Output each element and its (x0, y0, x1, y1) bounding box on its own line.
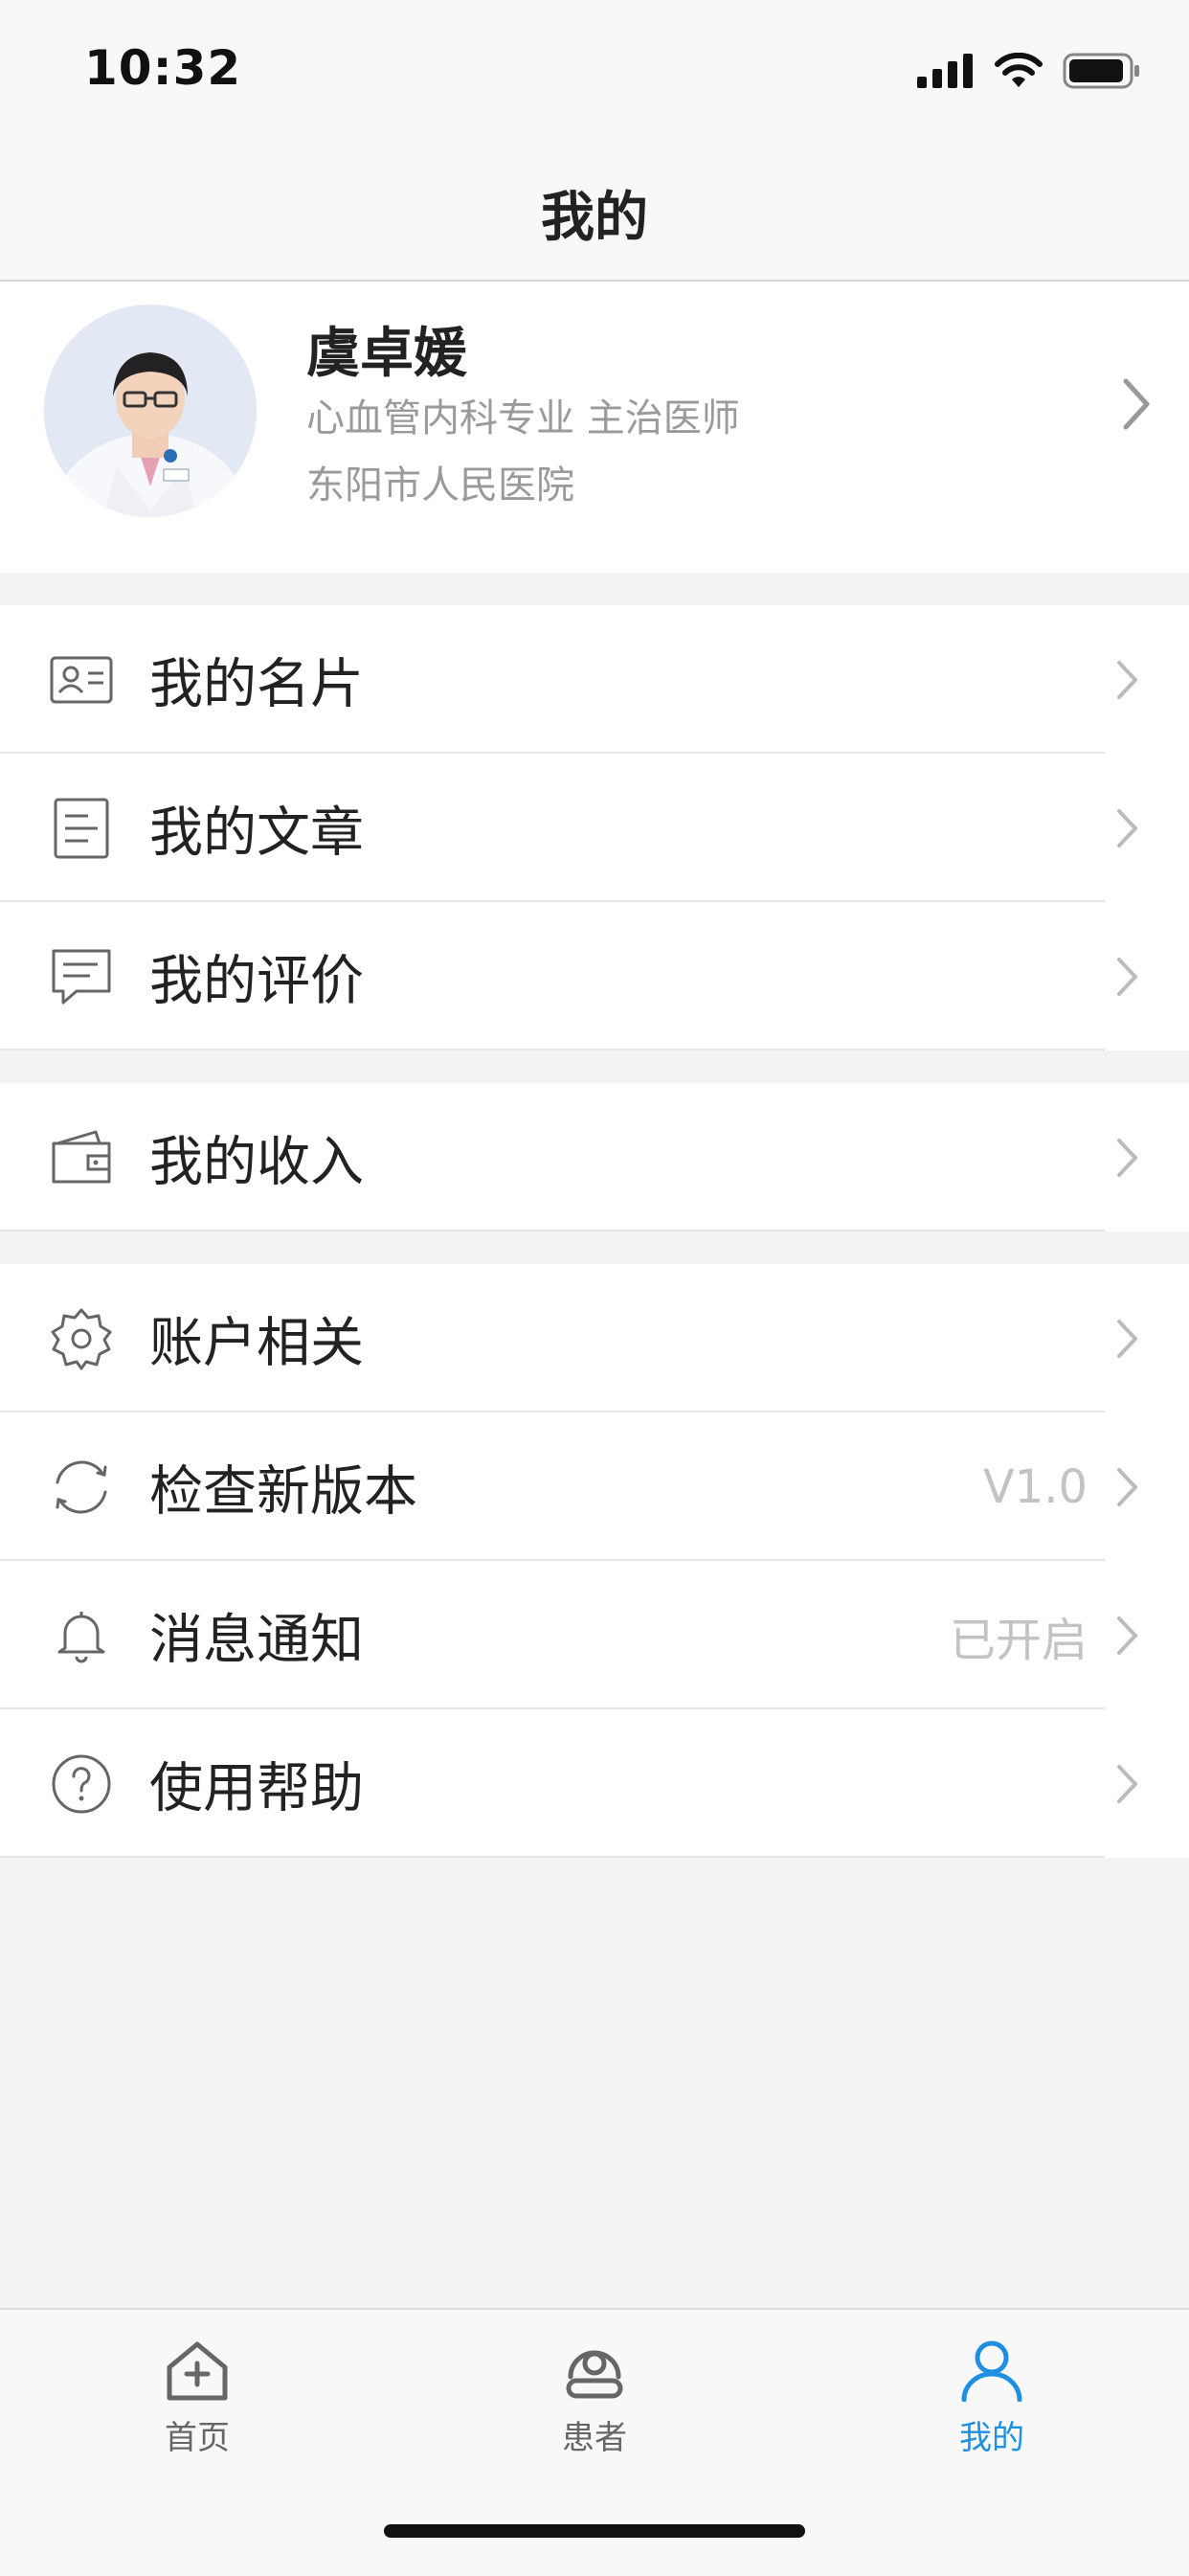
menu-item-label: 检查新版本 (149, 1460, 417, 1523)
chevron-right-icon (1117, 957, 1137, 996)
chevron-right-icon (1117, 1138, 1137, 1177)
status-time: 10:32 (84, 40, 242, 96)
divider (0, 1049, 1105, 1051)
user-icon (961, 2340, 1022, 2403)
home-indicator[interactable] (384, 2524, 805, 2538)
menu-item-label: 账户相关 (149, 1312, 364, 1374)
patient-icon (566, 2350, 623, 2399)
menu-group-settings: 账户相关 检查新版本 V1.0 消息通知 已开启 使用帮助 (0, 1264, 1189, 1858)
menu-item-label: 我的文章 (149, 802, 364, 864)
refresh-icon (56, 1460, 107, 1513)
chevron-right-icon (1117, 1764, 1137, 1803)
menu-item-label: 我的评价 (149, 950, 364, 1012)
page-title: 我的 (541, 187, 648, 249)
menu-item-help[interactable]: 使用帮助 (0, 1709, 1189, 1858)
menu-item-account[interactable]: 账户相关 (0, 1264, 1189, 1412)
doctor-photo (44, 305, 257, 517)
help-icon (52, 1754, 111, 1813)
battery-icon (1063, 53, 1139, 89)
menu-item-label: 我的名片 (149, 653, 364, 715)
avatar (44, 305, 257, 517)
wallet-icon (52, 1130, 111, 1183)
divider (0, 1230, 1105, 1232)
menu-item-label: 使用帮助 (149, 1757, 364, 1819)
status-bar: 10:32 (0, 0, 1189, 144)
id-card-icon (50, 656, 113, 703)
chevron-right-icon (1117, 808, 1137, 847)
document-icon (54, 798, 109, 858)
tab-mine[interactable]: 我的 (896, 2339, 1088, 2458)
version-value: V1.0 (982, 1459, 1088, 1514)
doctor-hospital: 东阳市人民医院 (306, 463, 574, 508)
doctor-name: 虞卓媛 (306, 323, 467, 385)
tab-patients[interactable]: 患者 (499, 2339, 690, 2458)
tab-label: 患者 (562, 2419, 627, 2457)
menu-item-articles[interactable]: 我的文章 (0, 754, 1189, 902)
menu-item-reviews[interactable]: 我的评价 (0, 902, 1189, 1051)
comment-icon (52, 949, 111, 1004)
tab-home[interactable]: 首页 (101, 2339, 293, 2458)
menu-group-income: 我的收入 (0, 1083, 1189, 1232)
menu-item-income[interactable]: 我的收入 (0, 1083, 1189, 1232)
menu-item-notifications[interactable]: 消息通知 已开启 (0, 1561, 1189, 1709)
menu-item-label: 消息通知 (149, 1609, 364, 1671)
home-plus-icon (167, 2341, 228, 2401)
notification-status: 已开启 (949, 1613, 1088, 1667)
signal-icon (917, 54, 973, 88)
doctor-department: 心血管内科专业 主治医师 (306, 396, 740, 441)
chevron-right-icon (1123, 378, 1150, 430)
menu-group-content: 我的名片 我的文章 我的评价 (0, 605, 1189, 1051)
divider (0, 1856, 1105, 1858)
tab-label: 首页 (165, 2419, 230, 2457)
chevron-right-icon (1117, 1616, 1137, 1655)
navigation-bar: 我的 (0, 144, 1189, 282)
chevron-right-icon (1117, 660, 1137, 699)
profile-card[interactable]: 虞卓媛 心血管内科专业 主治医师 东阳市人民医院 (0, 282, 1189, 573)
menu-item-check-version[interactable]: 检查新版本 V1.0 (0, 1412, 1189, 1561)
chevron-right-icon (1117, 1319, 1137, 1358)
gear-icon (51, 1308, 112, 1369)
menu-item-business-card[interactable]: 我的名片 (0, 605, 1189, 754)
tab-label: 我的 (959, 2419, 1024, 2457)
bell-icon (57, 1611, 105, 1662)
status-icons (917, 53, 1141, 89)
chevron-right-icon (1117, 1467, 1137, 1506)
wifi-icon (995, 53, 1043, 87)
menu-item-label: 我的收入 (149, 1131, 364, 1193)
